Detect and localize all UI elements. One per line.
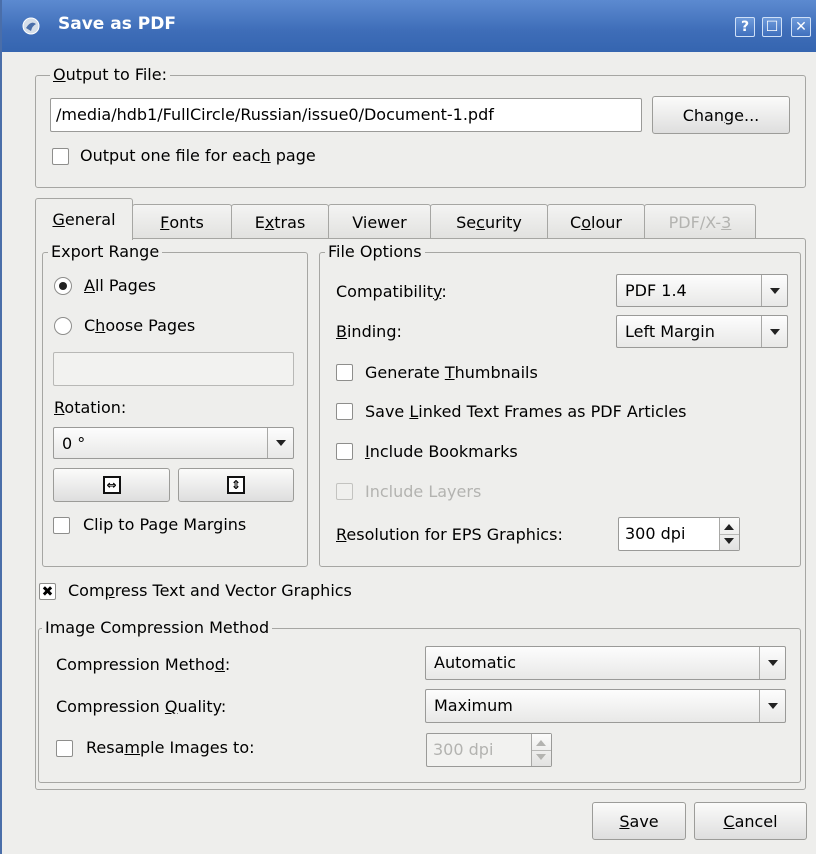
arrow-down-icon <box>724 538 734 544</box>
compression-quality-select[interactable]: Maximum <box>425 689 786 723</box>
binding-select[interactable]: Left Margin <box>616 315 788 348</box>
window-title: Save as PDF <box>58 14 176 34</box>
tab-colour[interactable]: Co lour <box>547 204 645 239</box>
tab-security[interactable]: Se c urity <box>430 204 548 239</box>
output-file-path-input[interactable]: /media/hdb1/FullCircle/Russian/issue0/Do… <box>50 98 642 132</box>
choose-pages-label: Choose Pages <box>84 316 196 335</box>
resample-images-checkbox[interactable] <box>56 740 73 757</box>
cancel-button[interactable]: Cancel <box>694 802 807 840</box>
export-range-legend: Export Range <box>48 242 163 262</box>
compression-quality-label: Compression Quality: <box>56 697 227 716</box>
compatibility-label: Compatibility: <box>336 282 447 301</box>
flip-horizontal-button[interactable]: ⇔ <box>53 468 170 502</box>
image-compression-legend: Image Compression Method <box>42 618 273 638</box>
chevron-down-icon <box>759 647 785 679</box>
save-button[interactable]: Save <box>592 802 686 840</box>
include-layers-checkbox <box>336 483 353 500</box>
compatibility-select[interactable]: PDF 1.4 <box>616 274 788 307</box>
file-options-legend: File Options <box>325 242 425 262</box>
resample-resolution-spinbox: 300 dpi <box>426 733 552 767</box>
compression-method-label: Compression Method: <box>56 655 231 674</box>
resample-images-label: Resample Images to: <box>86 738 255 757</box>
chevron-down-icon <box>759 690 785 722</box>
flip-vertical-icon: ⇕ <box>227 476 245 494</box>
linked-text-frames-label: Save Linked Text Frames as PDF Articles <box>365 402 687 421</box>
generate-thumbnails-label: Generate Thumbnails <box>365 363 538 382</box>
chevron-down-icon <box>761 275 787 306</box>
compress-text-checkbox[interactable]: ✖ <box>39 583 56 600</box>
include-bookmarks-checkbox[interactable] <box>336 443 353 460</box>
tab-pdfx3: PDF/X- 3 <box>644 204 756 239</box>
include-bookmarks-label: Include Bookmarks <box>365 442 518 461</box>
flip-horizontal-icon: ⇔ <box>102 476 121 494</box>
one-file-per-page-label: Output one file for each page <box>80 146 316 165</box>
binding-label: Binding: <box>336 322 402 341</box>
clip-to-margins-checkbox[interactable] <box>53 517 70 534</box>
tab-fonts[interactable]: Fonts <box>132 204 232 239</box>
chevron-down-icon <box>267 428 293 458</box>
rotation-select[interactable]: 0 ° <box>53 427 294 459</box>
title-bar[interactable]: Save as PDF ? ☐ ✕ <box>2 0 816 52</box>
scribus-icon <box>22 17 40 35</box>
maximize-button[interactable]: ☐ <box>762 17 782 37</box>
one-file-per-page-checkbox[interactable] <box>52 148 69 165</box>
change-button[interactable]: Chan g e... <box>652 96 790 134</box>
eps-resolution-label: Resolution for EPS Graphics: <box>336 525 563 544</box>
linked-text-frames-checkbox[interactable] <box>336 403 353 420</box>
pages-input[interactable] <box>53 352 294 386</box>
arrow-up-icon <box>536 740 546 746</box>
save-as-pdf-dialog: Save as PDF ? ☐ ✕ Output to File: /media… <box>0 0 816 854</box>
compress-text-label: Compress Text and Vector Graphics <box>68 581 352 600</box>
help-button[interactable]: ? <box>735 17 755 37</box>
compression-method-select[interactable]: Automatic <box>425 646 786 680</box>
tab-extras[interactable]: Ex tras <box>231 204 329 239</box>
spin-arrows <box>531 734 551 766</box>
tab-general[interactable]: General <box>35 198 133 240</box>
tab-viewer[interactable]: Viewer <box>328 204 431 239</box>
rotation-label: Rotation: <box>54 398 127 417</box>
flip-vertical-button[interactable]: ⇕ <box>178 468 294 502</box>
spin-arrows[interactable] <box>719 518 739 550</box>
chevron-down-icon <box>761 316 787 347</box>
all-pages-radio[interactable] <box>54 277 72 295</box>
eps-resolution-spinbox[interactable]: 300 dpi <box>618 517 740 551</box>
close-button[interactable]: ✕ <box>791 17 811 37</box>
clip-to-margins-label: Clip to Page Margins <box>83 515 247 534</box>
output-to-file-legend: Output to File: <box>50 65 170 85</box>
generate-thumbnails-checkbox[interactable] <box>336 364 353 381</box>
all-pages-label: All Pages <box>84 276 156 295</box>
include-layers-label: Include Layers <box>365 482 482 501</box>
arrow-up-icon <box>724 524 734 530</box>
choose-pages-radio[interactable] <box>54 317 72 335</box>
arrow-down-icon <box>536 754 546 760</box>
